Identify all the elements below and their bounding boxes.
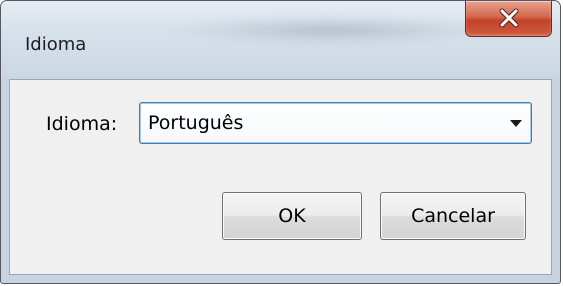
- language-select-value: Português: [148, 112, 244, 134]
- chevron-down-icon: [510, 120, 522, 127]
- language-select[interactable]: Português: [139, 102, 532, 144]
- blurred-background-text: [171, 15, 491, 45]
- title-bar[interactable]: Idioma: [1, 1, 560, 79]
- close-button[interactable]: [465, 1, 552, 37]
- close-x-icon: [499, 8, 519, 28]
- window-title: Idioma: [25, 34, 87, 55]
- ok-button[interactable]: OK: [222, 192, 362, 240]
- dialog-body: Idioma: Português OK Cancelar: [9, 79, 552, 275]
- language-label: Idioma:: [46, 113, 118, 135]
- language-dialog: Idioma Idioma: Português OK Cancelar: [0, 0, 561, 284]
- cancel-button[interactable]: Cancelar: [380, 192, 526, 240]
